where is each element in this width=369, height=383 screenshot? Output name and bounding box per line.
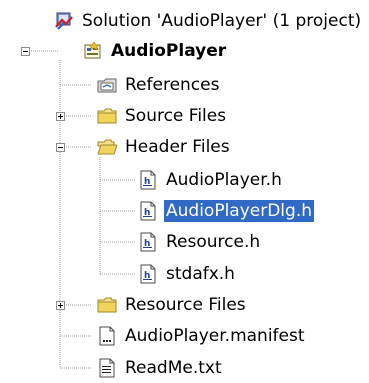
- tree-node-label: AudioPlayer: [111, 41, 227, 61]
- tree-node-label: stdafx.h: [166, 264, 235, 284]
- header-file-icon: h: [140, 170, 156, 190]
- tree-node-label: Header Files: [125, 137, 230, 157]
- references-icon: [97, 78, 117, 93]
- tree-node-file-readme[interactable]: ReadMe.txt: [97, 355, 224, 381]
- folder-open-icon: [97, 139, 117, 155]
- expand-source-files-toggle[interactable]: [56, 112, 65, 121]
- tree-node-label: Solution 'AudioPlayer' (1 project): [82, 11, 362, 31]
- folder-closed-icon: [97, 297, 117, 313]
- project-icon: [84, 41, 101, 59]
- tree-node-label: Resource.h: [166, 232, 261, 252]
- header-file-icon: h: [140, 201, 156, 221]
- tree-node-file-manifest[interactable]: AudioPlayer.manifest: [97, 323, 307, 349]
- tree-node-header-files[interactable]: Header Files: [97, 134, 232, 160]
- header-file-icon: h: [140, 232, 156, 252]
- tree-node-references[interactable]: References: [97, 72, 221, 98]
- collapse-header-files-toggle[interactable]: [56, 143, 65, 152]
- tree-node-label: ReadMe.txt: [125, 358, 222, 378]
- tree-node-solution[interactable]: Solution 'AudioPlayer' (1 project): [54, 8, 363, 34]
- tree-node-label: AudioPlayer.h: [166, 170, 282, 190]
- tree-node-file-audioplayerdlg-h[interactable]: h AudioPlayerDlg.h: [138, 198, 315, 224]
- tree-node-label: References: [125, 75, 220, 95]
- solution-icon: [55, 12, 73, 30]
- tree-node-file-audioplayer-h[interactable]: h AudioPlayer.h: [138, 167, 284, 193]
- collapse-project-toggle[interactable]: [21, 47, 30, 56]
- tree-node-file-resource-h[interactable]: h Resource.h: [138, 229, 262, 255]
- tree-node-project[interactable]: AudioPlayer: [83, 38, 228, 64]
- tree-node-resource-files[interactable]: Resource Files: [97, 292, 248, 318]
- tree-node-file-stdafx-h[interactable]: h stdafx.h: [138, 261, 237, 287]
- folder-closed-icon: [97, 108, 117, 124]
- tree-node-source-files[interactable]: Source Files: [97, 103, 228, 129]
- tree-node-label: Resource Files: [125, 295, 246, 315]
- tree-node-label: AudioPlayer.manifest: [125, 326, 305, 346]
- manifest-file-icon: [99, 326, 115, 346]
- expand-resource-files-toggle[interactable]: [56, 301, 65, 310]
- text-file-icon: [99, 358, 115, 378]
- tree-node-label: Source Files: [125, 106, 227, 126]
- tree-node-label-selected: AudioPlayerDlg.h: [164, 200, 315, 222]
- solution-explorer-tree: Solution 'AudioPlayer' (1 project) Audio…: [0, 0, 369, 383]
- header-file-icon: h: [140, 264, 156, 284]
